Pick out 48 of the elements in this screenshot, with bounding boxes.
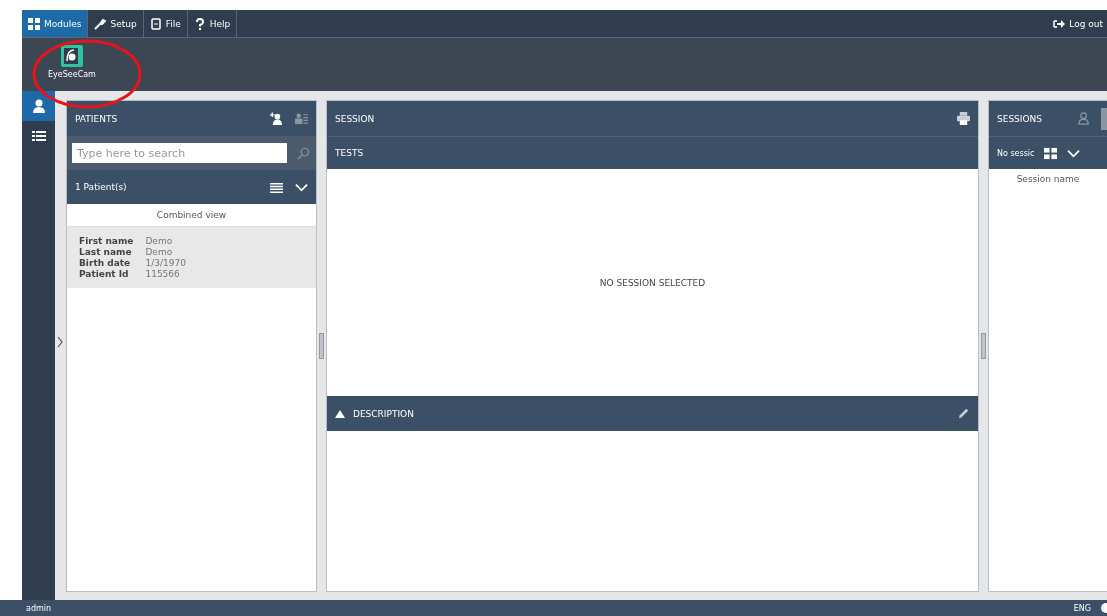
menu-tab[interactable]: File [143, 10, 188, 37]
user-name: admin [26, 603, 52, 613]
scrollbar-thumb[interactable] [1101, 107, 1107, 130]
panel-title: SESSIONS [997, 113, 1042, 124]
collapse-icon[interactable] [335, 409, 345, 418]
language-indicator[interactable]: ENG [1073, 603, 1091, 613]
grid-icon[interactable] [1044, 146, 1058, 160]
splitter-handle[interactable] [981, 333, 986, 359]
status-icon [1101, 603, 1107, 613]
print-icon[interactable] [957, 112, 970, 125]
menu-tab[interactable]: Setup [88, 10, 144, 37]
field-label: Last name [79, 247, 133, 257]
wrench-icon [94, 17, 107, 30]
person-icon [31, 99, 46, 113]
section-title: TESTS [335, 148, 364, 158]
field-value: Demo [145, 236, 174, 246]
logout-button[interactable]: Log out [1049, 10, 1107, 37]
field-value: Demo [145, 247, 174, 257]
patient-list-icon[interactable] [295, 112, 308, 125]
field-label: Birth date [79, 258, 132, 268]
add-patient-icon[interactable] [270, 112, 283, 125]
splitter-handle[interactable] [319, 333, 324, 359]
field-value: 1/3/1970 [145, 258, 187, 268]
menu-icon[interactable] [270, 180, 283, 194]
file-icon [149, 17, 162, 30]
empty-message: NO SESSION SELECTED [599, 277, 706, 288]
section-title: DESCRIPTION [353, 408, 414, 419]
panel-title: SESSION [335, 113, 375, 124]
grid-icon [28, 17, 40, 30]
column-header[interactable]: Session name [989, 169, 1107, 184]
field-label: First name [79, 236, 134, 246]
field-value: 115566 [145, 269, 181, 279]
help-icon [193, 17, 206, 30]
field-label: Patient Id [79, 269, 130, 279]
eye-logo-icon [60, 45, 83, 67]
menu-tab[interactable]: Help [187, 10, 238, 37]
menu-tab[interactable]: Modules [22, 10, 89, 37]
list-icon [31, 129, 46, 143]
logout-icon [1053, 17, 1066, 30]
user-icon[interactable] [1078, 112, 1091, 125]
panel-title: PATIENTS [75, 113, 118, 124]
edit-icon[interactable] [957, 407, 970, 420]
session-filter[interactable]: No sessic [997, 148, 1035, 158]
patient-count: 1 Patient(s) [75, 182, 127, 192]
patients-nav-button[interactable] [22, 91, 55, 121]
patient-card[interactable]: First name Demo Last name Demo Birth date 1/3/1970 Patient Id 115566 [67, 227, 316, 288]
expand-chevron-icon[interactable] [57, 336, 63, 348]
search-field[interactable]: Type here to search [72, 143, 287, 163]
